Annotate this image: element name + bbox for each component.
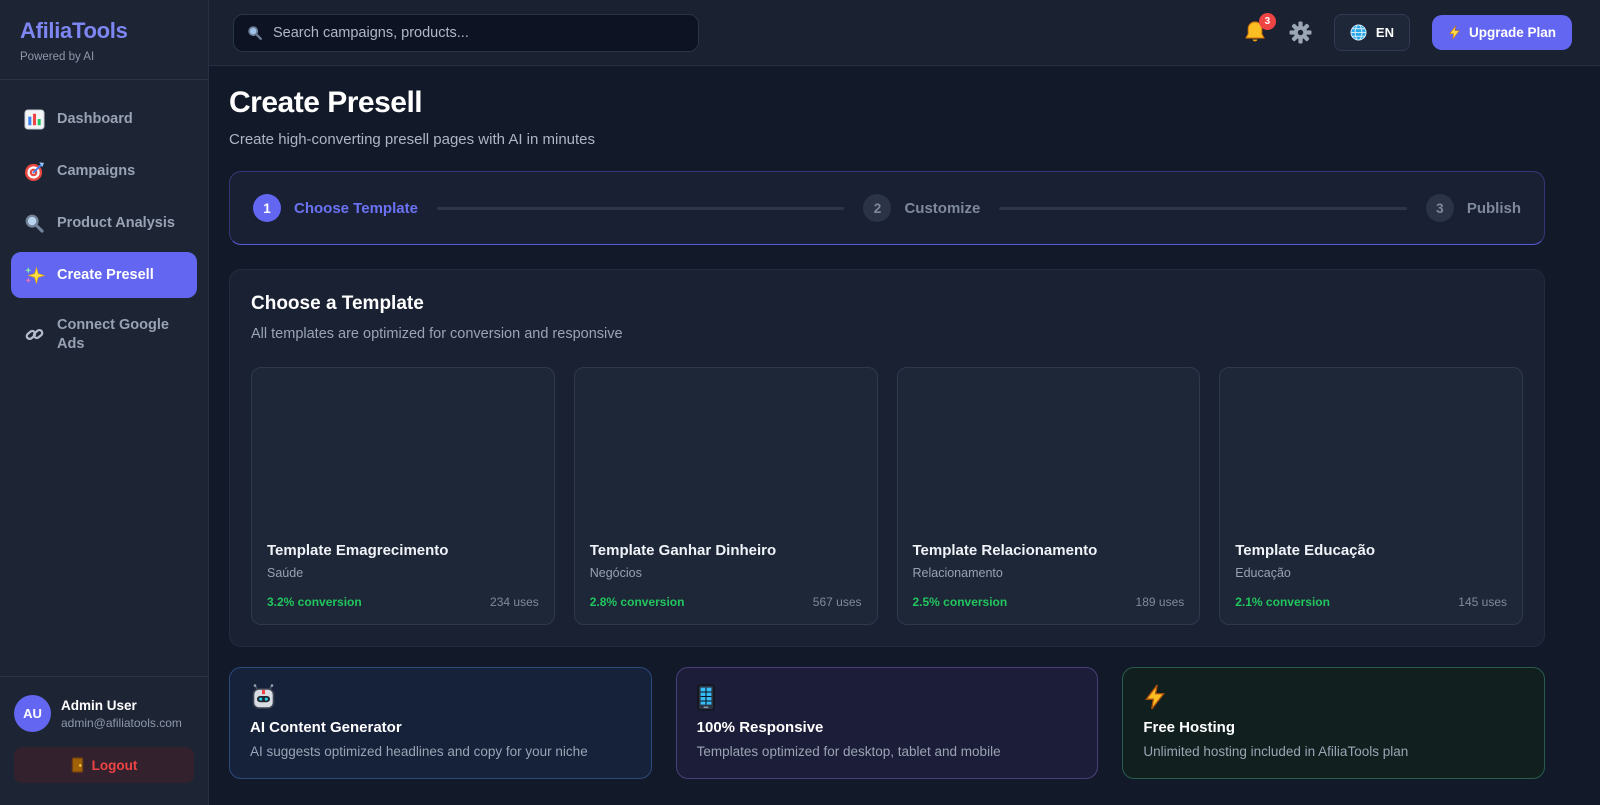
user-section: AU Admin User admin@afiliatools.com Logo… (0, 676, 208, 805)
sidebar-item-label: Connect Google Ads (57, 317, 169, 352)
template-conversion: 3.2% conversion (267, 595, 362, 609)
feature-description: Unlimited hosting included in AfiliaTool… (1143, 744, 1409, 759)
template-name: Template Ganhar Dinheiro (589, 542, 777, 559)
template-panel-title: Choose a Template (251, 293, 424, 314)
feature-title: Free Hosting (1143, 719, 1236, 736)
template-uses: 234 uses (490, 595, 539, 609)
target-icon (23, 160, 45, 182)
search-input[interactable] (273, 24, 685, 41)
template-name: Template Educação (1235, 542, 1376, 559)
settings-button[interactable] (1289, 21, 1312, 44)
feature-title: AI Content Generator (250, 719, 402, 736)
wizard-stepper: 1 Choose Template 2 Customize 3 Publish (229, 171, 1545, 245)
page-subtitle: Create high-converting presell pages wit… (229, 131, 596, 148)
sidebar-item-label: Product Analysis (57, 214, 175, 231)
language-selector[interactable]: EN (1333, 14, 1410, 51)
feature-responsive: 100% Responsive Templates optimized for … (675, 667, 1099, 779)
template-card-emagrecimento[interactable]: Template Emagrecimento Saúde 3.2% conver… (251, 367, 555, 625)
template-card-educacao[interactable]: Template Educação Educação 2.1% conversi… (1219, 367, 1523, 625)
template-card-relacionamento[interactable]: Template Relacionamento Relacionamento 2… (896, 367, 1201, 625)
sidebar-item-label: Campaigns (57, 162, 136, 179)
user-email: admin@afiliatools.com (61, 715, 182, 730)
app-window: AfiliaTools Powered by AI Dashboard Camp… (0, 0, 1600, 805)
template-panel-subtitle: All templates are optimized for conversi… (251, 326, 623, 342)
bar-chart-icon (23, 108, 45, 130)
template-category: Saúde (267, 566, 304, 580)
brand-logo: AfiliaTools (20, 18, 128, 43)
logout-label: Logout (91, 757, 138, 773)
avatar: AU (14, 695, 51, 732)
template-uses: 189 uses (1135, 595, 1185, 609)
sidebar-item-connect-google-ads[interactable]: Connect Google Ads (11, 304, 197, 366)
step-label: Customize (904, 199, 981, 217)
main-area: 3 EN Upgrade Plan (209, 0, 1600, 805)
template-category: Educação (1235, 566, 1291, 580)
sidebar-item-label: Dashboard (57, 110, 133, 127)
lightning-icon (1448, 25, 1461, 40)
template-card-ganhar-dinheiro[interactable]: Template Ganhar Dinheiro Negócios 2.8% c… (573, 367, 878, 625)
upgrade-plan-label: Upgrade Plan (1468, 25, 1556, 40)
mobile-phone-icon (696, 683, 1078, 711)
brand-header: AfiliaTools Powered by AI (0, 0, 208, 80)
template-category: Negócios (589, 566, 642, 580)
feature-ai-content-generator: AI Content Generator AI suggests optimiz… (229, 667, 652, 779)
sidebar-item-campaigns[interactable]: Campaigns (11, 148, 197, 194)
step-label: Publish (1466, 199, 1521, 217)
magnifier-icon (23, 212, 45, 234)
notification-badge: 3 (1258, 12, 1276, 30)
globe-icon (1350, 24, 1367, 41)
search-icon (247, 25, 263, 41)
sidebar-item-label: Create Presell (57, 266, 154, 283)
page-title: Create Presell (229, 86, 423, 119)
lightning-icon (1143, 684, 1524, 710)
door-icon (71, 757, 84, 773)
step-label: Choose Template (294, 199, 418, 217)
template-grid: Template Emagrecimento Saúde 3.2% conver… (251, 367, 1523, 625)
user-name: Admin User (61, 697, 137, 713)
feature-cards: AI Content Generator AI suggests optimiz… (229, 667, 1545, 779)
template-uses: 145 uses (1458, 595, 1507, 609)
gear-icon (1289, 21, 1312, 44)
feature-description: Templates optimized for desktop, tablet … (696, 744, 1001, 759)
brand-tagline: Powered by AI (20, 51, 95, 63)
feature-description: AI suggests optimized headlines and copy… (250, 744, 588, 759)
sidebar-item-dashboard[interactable]: Dashboard (11, 96, 197, 142)
step-connector (999, 206, 1407, 210)
search-box[interactable] (233, 13, 699, 52)
step-connector (436, 206, 845, 210)
template-conversion: 2.5% conversion (912, 595, 1008, 609)
step-choose-template: 1 Choose Template (253, 194, 418, 222)
step-publish: 3 Publish (1425, 194, 1521, 222)
notifications-button[interactable]: 3 (1243, 12, 1276, 46)
sparkles-icon (23, 264, 45, 286)
logout-button[interactable]: Logout (14, 747, 194, 783)
sidebar: AfiliaTools Powered by AI Dashboard Camp… (0, 0, 209, 805)
step-number: 3 (1425, 194, 1454, 222)
feature-free-hosting: Free Hosting Unlimited hosting included … (1122, 667, 1545, 779)
link-icon (23, 324, 45, 346)
sidebar-item-create-presell[interactable]: Create Presell (11, 252, 197, 298)
feature-title: 100% Responsive (696, 719, 824, 736)
page-content: Create Presell Create high-converting pr… (209, 66, 1600, 805)
sidebar-item-product-analysis[interactable]: Product Analysis (11, 200, 197, 246)
template-category: Relacionamento (912, 566, 1003, 580)
template-panel: Choose a Template All templates are opti… (229, 269, 1545, 647)
template-conversion: 2.1% conversion (1235, 595, 1330, 609)
language-label: EN (1375, 25, 1394, 40)
step-number: 1 (253, 194, 281, 222)
template-uses: 567 uses (812, 595, 862, 609)
template-conversion: 2.8% conversion (589, 595, 685, 609)
template-name: Template Relacionamento (912, 542, 1098, 559)
sidebar-nav: Dashboard Campaigns Product Analysis Cre… (0, 80, 208, 676)
robot-icon (250, 684, 631, 710)
step-number: 2 (863, 194, 892, 222)
topbar: 3 EN Upgrade Plan (209, 0, 1600, 66)
step-customize: 2 Customize (863, 194, 980, 222)
template-name: Template Emagrecimento (267, 542, 449, 559)
upgrade-plan-button[interactable]: Upgrade Plan (1431, 15, 1572, 50)
